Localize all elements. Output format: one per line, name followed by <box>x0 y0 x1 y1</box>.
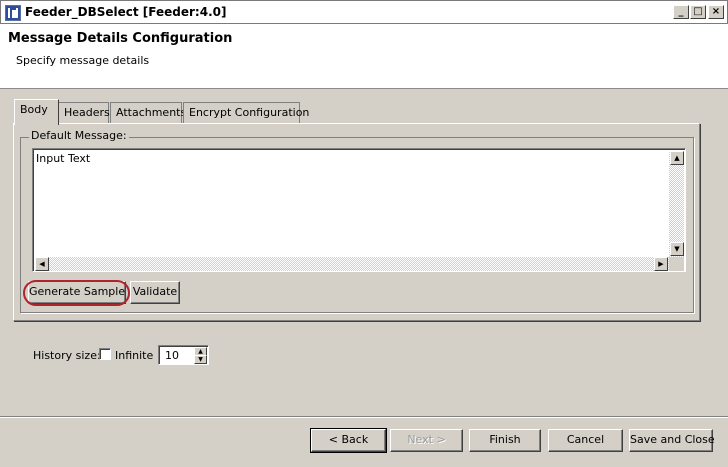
title-bar[interactable]: Feeder_DBSelect [Feeder:4.0] _ □ × <box>0 0 728 24</box>
minimize-button[interactable]: _ <box>673 5 689 19</box>
infinite-label: Infinite <box>115 349 154 362</box>
maximize-button[interactable]: □ <box>690 5 706 19</box>
message-textarea[interactable]: Input Text ▲ ▼ ◀ ▶ <box>32 148 686 272</box>
history-size-value: 10 <box>165 349 179 362</box>
next-button[interactable]: Next > <box>390 429 463 452</box>
feeder-app-icon <box>5 5 21 21</box>
footer-separator <box>0 416 728 418</box>
history-size-label: History size: <box>33 349 101 362</box>
history-size-spinner[interactable]: 10 ▲ ▼ <box>158 345 209 365</box>
wizard-header: Message Details Configuration Specify me… <box>0 24 728 89</box>
default-message-label: Default Message: <box>29 129 129 142</box>
arrow-up-icon[interactable]: ▲ <box>670 151 684 165</box>
tab-attachments[interactable]: Attachments <box>110 102 186 124</box>
horizontal-scrollbar[interactable] <box>35 257 669 271</box>
save-and-close-button[interactable]: Save and Close <box>629 429 715 452</box>
validate-button[interactable]: Validate <box>130 281 180 304</box>
infinite-checkbox[interactable] <box>99 348 111 360</box>
tab-body[interactable]: Body <box>14 99 59 125</box>
arrow-left-icon[interactable]: ◀ <box>35 257 49 271</box>
page-subtitle: Specify message details <box>16 54 150 67</box>
message-text: Input Text <box>36 152 91 165</box>
tab-headers[interactable]: Headers <box>58 102 110 124</box>
spin-down-icon[interactable]: ▼ <box>194 355 207 364</box>
arrow-down-icon[interactable]: ▼ <box>670 242 684 256</box>
arrow-right-icon[interactable]: ▶ <box>654 257 668 271</box>
finish-button[interactable]: Finish <box>469 429 541 452</box>
cancel-button[interactable]: Cancel <box>548 429 623 452</box>
highlight-annotation <box>23 280 130 306</box>
tab-encrypt-configuration[interactable]: Encrypt Configuration <box>183 102 309 124</box>
close-button[interactable]: × <box>708 5 724 19</box>
window-title: Feeder_DBSelect [Feeder:4.0] <box>25 5 227 19</box>
page-title: Message Details Configuration <box>8 31 233 46</box>
back-button[interactable]: < Back <box>310 428 387 453</box>
scrollbar-corner <box>669 257 684 271</box>
